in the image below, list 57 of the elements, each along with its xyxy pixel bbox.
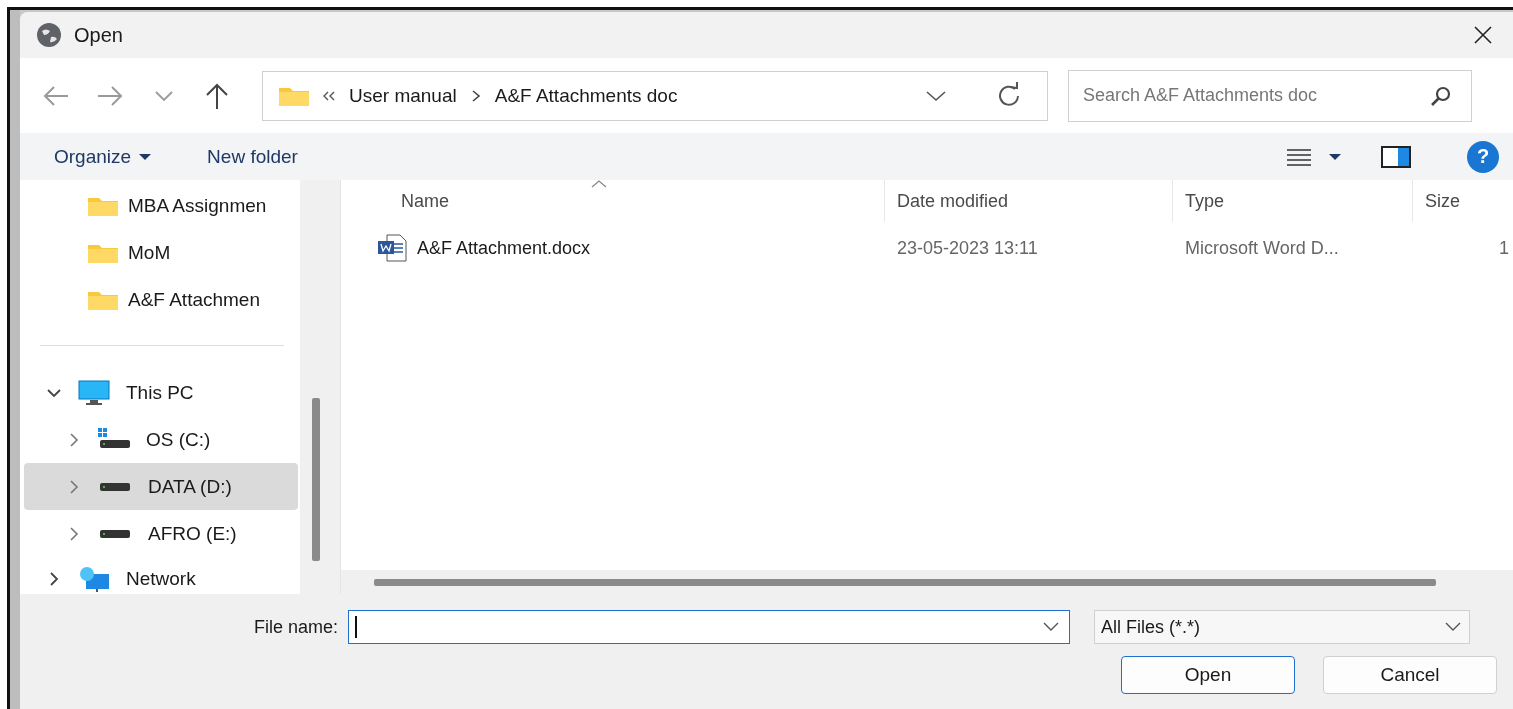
back-arrow-icon[interactable] <box>42 83 70 108</box>
sidebar-item[interactable]: MBA Assignmen <box>24 182 298 229</box>
toolbar-button[interactable]: Organize <box>46 141 160 172</box>
chevron-down-icon <box>1445 622 1462 632</box>
caret-icon <box>139 152 152 161</box>
search-icon[interactable] <box>1430 84 1452 107</box>
tree-item[interactable]: OS (C:) <box>24 416 298 463</box>
sidebar-item[interactable]: MoM <box>24 229 298 276</box>
word-document-icon <box>377 234 407 262</box>
size-cell-text: 1 <box>1498 237 1510 259</box>
globe-icon <box>36 22 62 48</box>
file-type-dropdown[interactable]: All Files (*.*) <box>1094 610 1471 644</box>
search-field[interactable]: Search A&F Attachments doc <box>1068 69 1472 122</box>
window-title: Open <box>74 23 123 47</box>
tree-item[interactable]: AFRO (E:) <box>24 510 298 557</box>
file-name-label: File name: <box>254 616 339 638</box>
network-icon <box>78 566 110 592</box>
file-name: A&F Attachment.docx <box>417 237 591 259</box>
type-cell-text: Microsoft Word D... <box>1184 237 1340 259</box>
sort-caret-icon <box>591 180 607 188</box>
forward-arrow-icon[interactable] <box>96 83 124 108</box>
folder-icon <box>88 289 118 310</box>
file-name-field[interactable] <box>348 610 1071 644</box>
breadcrumb-item[interactable]: User manual <box>349 84 457 107</box>
close-icon[interactable] <box>1473 25 1493 45</box>
scrollbar-thumb[interactable] <box>374 578 1436 586</box>
toolbar-button[interactable]: New folder <box>199 141 306 172</box>
sidebar-item[interactable]: A&F Attachmen <box>24 276 298 323</box>
column-header[interactable]: Type <box>1173 180 1413 222</box>
monitor-icon <box>78 379 110 406</box>
up-arrow-icon[interactable] <box>204 81 230 110</box>
file-row[interactable]: A&F Attachment.docx 23-05-2023 13:11 Microsoft Word D... 1 <box>361 222 1513 274</box>
tree-item[interactable]: This PC <box>24 369 298 416</box>
column-header[interactable]: Name <box>361 180 885 222</box>
drive-icon <box>100 529 130 538</box>
address-bar[interactable]: User manual A&F Attachments doc <box>262 70 1048 121</box>
drive-icon <box>100 482 130 491</box>
folder-icon <box>88 195 118 216</box>
double-chevron-icon <box>323 90 335 101</box>
dialog-button[interactable]: Cancel <box>1323 656 1497 694</box>
chevron-down-icon[interactable] <box>925 89 947 102</box>
column-header[interactable]: Size <box>1413 180 1513 222</box>
dialog-button[interactable]: Open <box>1121 656 1295 694</box>
preview-pane-icon[interactable] <box>1381 145 1411 168</box>
list-view-icon[interactable] <box>1287 146 1311 167</box>
tree-item[interactable]: Network <box>24 557 298 594</box>
date-cell-text: 23-05-2023 13:11 <box>896 237 1039 259</box>
folder-icon <box>279 85 309 106</box>
chevron-down-icon[interactable] <box>1043 622 1060 632</box>
column-header[interactable]: Date modified <box>885 180 1173 222</box>
tree-item[interactable]: DATA (D:) <box>24 463 298 510</box>
chevron-right-icon <box>470 89 481 102</box>
scrollbar-thumb[interactable] <box>312 398 320 561</box>
breadcrumb-item[interactable]: A&F Attachments doc <box>494 84 678 107</box>
caret-icon[interactable] <box>1329 152 1341 161</box>
help-button[interactable]: ? <box>1467 140 1499 173</box>
folder-icon <box>88 242 118 263</box>
